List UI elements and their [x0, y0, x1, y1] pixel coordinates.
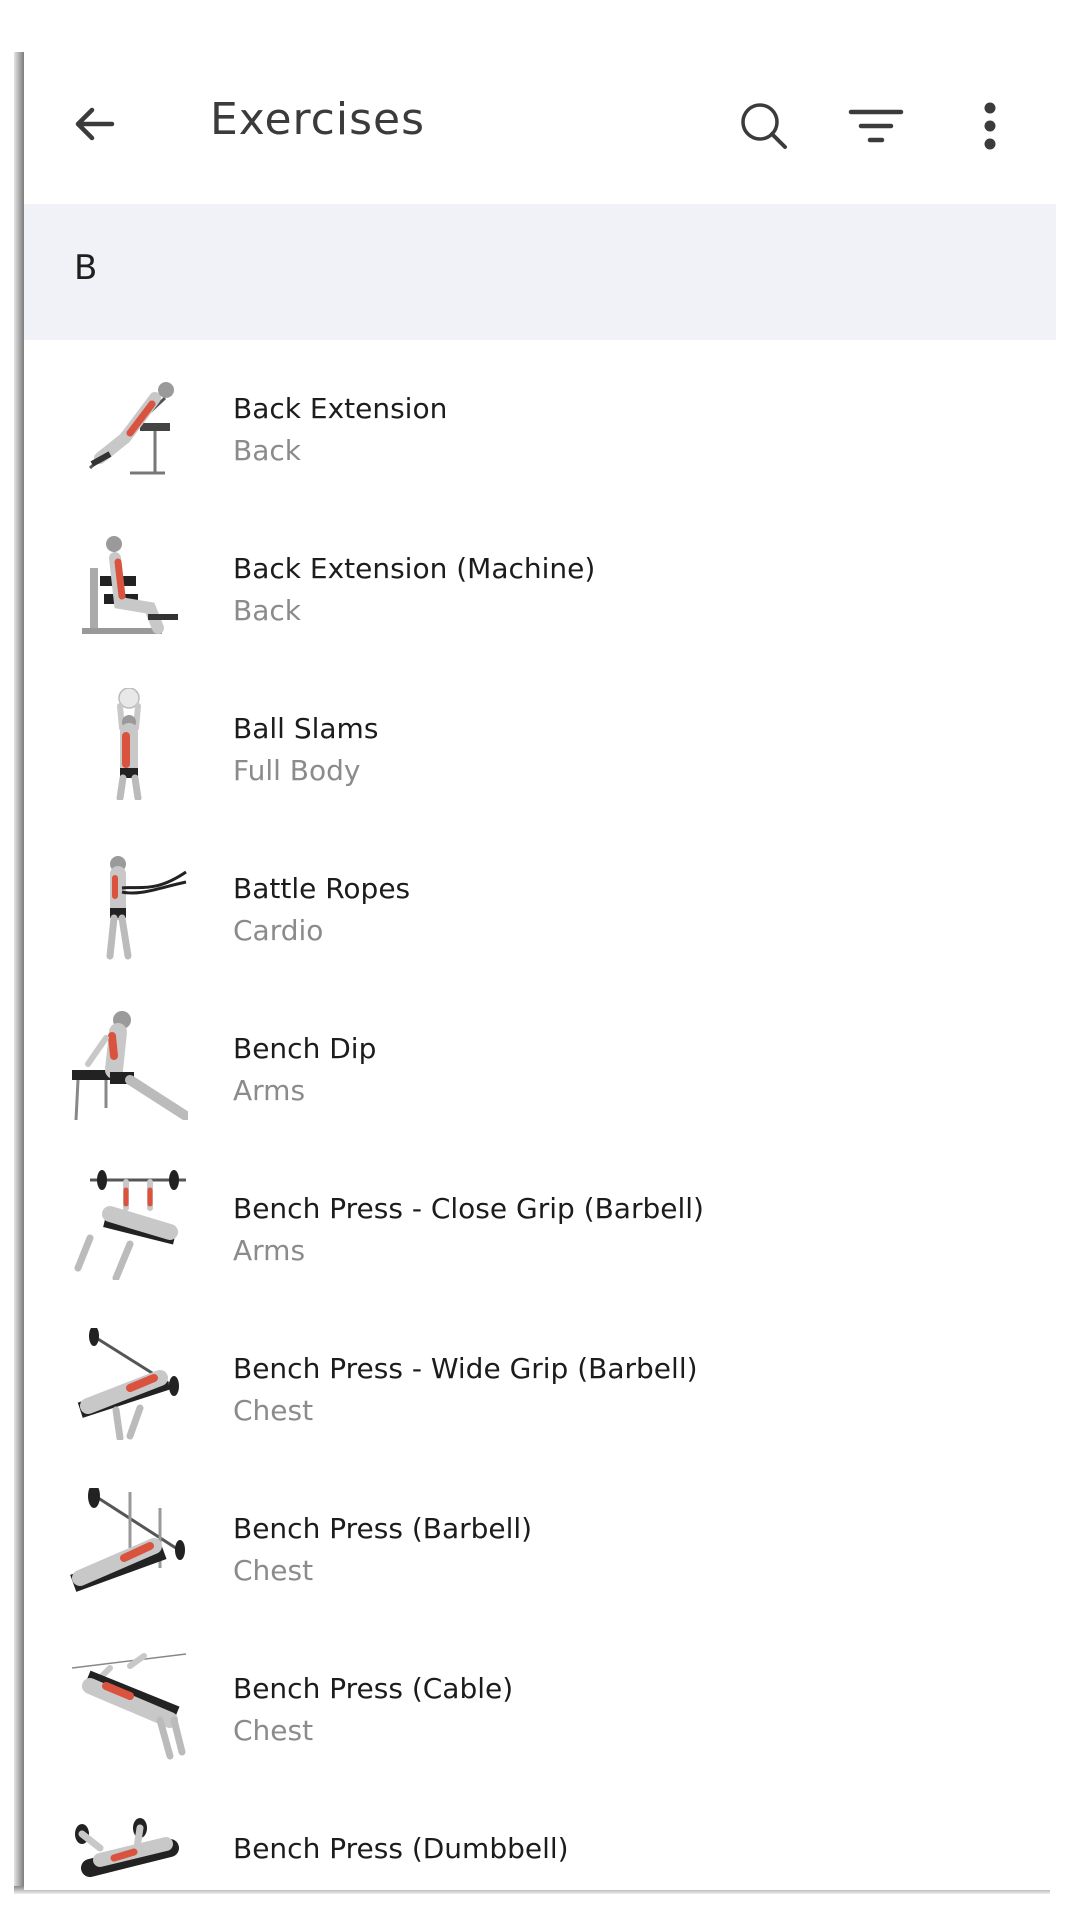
exercise-thumbnail: [70, 368, 188, 480]
exercise-category: Back: [233, 594, 301, 627]
exercise-name: Bench Press - Close Grip (Barbell): [233, 1192, 704, 1225]
exercise-category: Back: [233, 434, 301, 467]
exercise-name: Ball Slams: [233, 712, 379, 745]
exercise-category: Arms: [233, 1234, 306, 1267]
exercise-thumbnail: [70, 848, 188, 960]
exercise-name: Back Extension (Machine): [233, 552, 596, 585]
exercise-name: Bench Press (Cable): [233, 1672, 514, 1705]
exercise-row-bench-press-close-grip-barbell[interactable]: Bench Press - Close Grip (Barbell) Arms: [24, 1140, 1056, 1300]
exercise-row-bench-press-wide-grip-barbell[interactable]: Bench Press - Wide Grip (Barbell) Chest: [24, 1300, 1056, 1460]
exercise-row-bench-press-dumbbell[interactable]: Bench Press (Dumbbell): [24, 1780, 1056, 1890]
exercise-category: Arms: [233, 1074, 306, 1107]
exercise-thumbnail: [70, 687, 188, 802]
app-bar: Exercises: [24, 52, 1056, 204]
back-button[interactable]: [58, 88, 130, 160]
arrow-left-icon: [75, 107, 115, 141]
app-screen: Exercises B Back Extension Back Back Ext…: [24, 52, 1056, 1890]
exercise-row-bench-dip[interactable]: Bench Dip Arms: [24, 980, 1056, 1140]
exercise-category: Chest: [233, 1394, 314, 1427]
search-button[interactable]: [728, 90, 800, 162]
search-icon: [741, 103, 787, 149]
exercise-category: Chest: [233, 1714, 314, 1747]
exercise-name: Bench Press (Dumbbell): [233, 1832, 569, 1865]
exercise-name: Bench Press (Barbell): [233, 1512, 533, 1545]
exercise-row-bench-press-cable[interactable]: Bench Press (Cable) Chest: [24, 1620, 1056, 1780]
exercise-name: Bench Dip: [233, 1032, 377, 1065]
exercise-thumbnail: [70, 1808, 188, 1890]
filter-icon: [848, 109, 904, 143]
section-header: B: [24, 204, 1056, 340]
exercise-thumbnail: [70, 1168, 188, 1282]
exercise-thumbnail: [70, 1648, 188, 1760]
section-letter: B: [74, 248, 98, 288]
more-options-button[interactable]: [954, 90, 1026, 162]
filter-button[interactable]: [840, 90, 912, 162]
exercise-row-back-extension-machine[interactable]: Back Extension (Machine) Back: [24, 500, 1056, 660]
exercise-row-ball-slams[interactable]: Ball Slams Full Body: [24, 660, 1056, 820]
exercise-thumbnail: [70, 1008, 191, 1121]
exercise-category: Chest: [233, 1554, 314, 1587]
page-title: Exercises: [210, 94, 426, 145]
exercise-row-battle-ropes[interactable]: Battle Ropes Cardio: [24, 820, 1056, 980]
exercise-thumbnail: [70, 1484, 188, 1600]
exercise-thumbnail: [70, 528, 188, 640]
exercise-name: Battle Ropes: [233, 872, 411, 905]
exercise-row-bench-press-barbell[interactable]: Bench Press (Barbell) Chest: [24, 1460, 1056, 1620]
exercise-category: Full Body: [233, 754, 361, 787]
more-vert-icon: [984, 102, 996, 150]
exercise-name: Back Extension: [233, 392, 448, 425]
exercise-name: Bench Press - Wide Grip (Barbell): [233, 1352, 698, 1385]
exercise-thumbnail: [70, 1326, 188, 1442]
exercise-row-back-extension[interactable]: Back Extension Back: [24, 340, 1056, 500]
exercise-category: Cardio: [233, 914, 324, 947]
page: Exercises B Back Extension Back Back Ext…: [0, 0, 1080, 1927]
frame-shadow-left: [14, 52, 24, 1894]
